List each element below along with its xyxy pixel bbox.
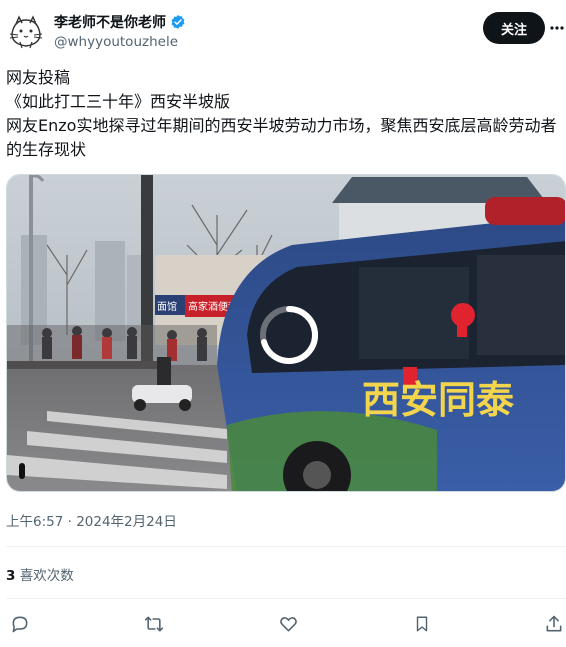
bookmark-icon[interactable] [410,612,434,636]
like-icon[interactable] [276,612,300,636]
video-frame: 面馆 高家酒便利店 西安同泰 [7,175,565,491]
tweet-text: 网友投稿 《如此打工三十年》西安半坡版 网友Enzo实地探寻过年期间的西安半坡劳… [6,66,566,162]
divider [6,598,566,599]
name-row: 李老师不是你老师 [54,12,186,32]
retweet-icon[interactable] [142,612,166,636]
likes-label: 喜欢次数 [19,568,74,584]
action-bar [0,612,566,636]
likes-count: 3 [6,568,16,584]
tweet-timestamp[interactable]: 上午6:57 · 2024年2月24日 [6,510,177,530]
divider [6,546,566,547]
follow-button[interactable]: 关注 [483,12,545,44]
reply-icon[interactable] [8,612,32,636]
avatar[interactable] [6,12,46,52]
bus-sign-text: 西安同泰 [362,378,515,422]
tweet-line: 《如此打工三十年》西安半坡版 [6,92,231,111]
video-progress-handle[interactable] [19,463,25,479]
user-handle[interactable]: @whyyoutouzhele [54,34,178,50]
likes-stats[interactable]: 3 喜欢次数 [6,564,74,584]
more-options-icon[interactable] [550,18,564,38]
display-name[interactable]: 李老师不是你老师 [54,12,166,32]
tweet-line: 网友Enzo实地探寻过年期间的西安半坡劳动力市场，聚焦西安底层高龄劳动者的生存现… [6,116,557,159]
tweet-header: 李老师不是你老师 @whyyoutouzhele 关注 [0,0,566,64]
shop-sign-noodle: 面馆 [157,300,177,313]
share-icon[interactable] [542,612,566,636]
video-player[interactable]: 面馆 高家酒便利店 西安同泰 [6,174,566,492]
tweet-line: 网友投稿 [6,68,71,87]
verified-badge-icon [170,14,186,30]
